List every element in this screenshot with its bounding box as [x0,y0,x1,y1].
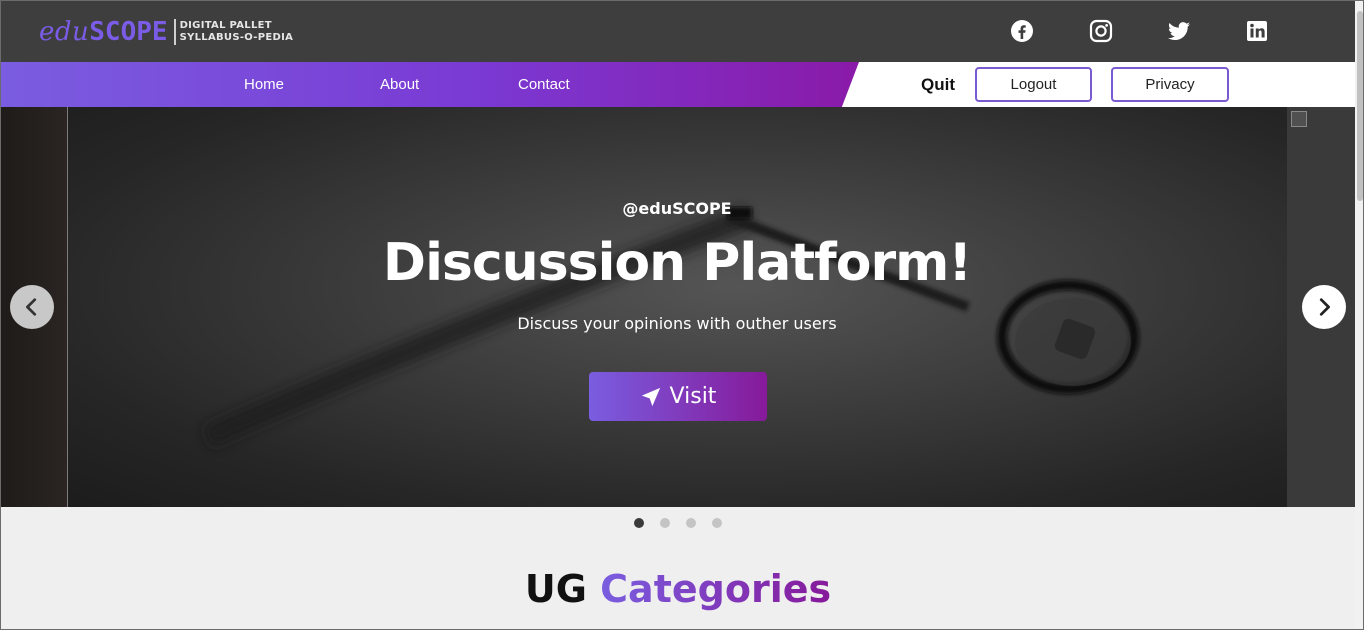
site-logo[interactable]: edu SCOPE DIGITAL PALLET SYLLABUS-O-PEDI… [39,17,293,47]
browser-viewport: edu SCOPE DIGITAL PALLET SYLLABUS-O-PEDI… [0,0,1364,630]
carousel-prev-button[interactable] [10,285,54,329]
visit-button-label: Visit [669,384,717,409]
slide-handle: @eduSCOPE [622,199,732,218]
top-header: edu SCOPE DIGITAL PALLET SYLLABUS-O-PEDI… [1,1,1355,62]
logo-tagline: DIGITAL PALLET SYLLABUS-O-PEDIA [180,20,294,44]
carousel-indicator-2[interactable] [660,518,670,528]
logo-scope-text: SCOPE [89,17,168,47]
logout-button[interactable]: Logout [975,67,1092,102]
instagram-icon[interactable] [1088,18,1114,44]
privacy-button[interactable]: Privacy [1111,67,1229,102]
navbar-gradient-panel [1,62,859,107]
nav-contact-link[interactable]: Contact [518,76,570,93]
location-arrow-icon [641,387,660,406]
slide-caption: @eduSCOPE Discussion Platform! Discuss y… [67,107,1287,507]
logo-divider [173,19,176,45]
visit-button[interactable]: Visit [589,372,767,421]
section-heading: UG Categories [1,567,1355,611]
logo-edu-text: edu [39,17,90,47]
page-scrollbar[interactable] [1355,1,1363,629]
quit-link[interactable]: Quit [921,75,955,95]
slide-subtitle: Discuss your opinions with outher users [517,314,837,333]
heading-categories: Categories [600,567,832,611]
carousel-next-button[interactable] [1302,285,1346,329]
carousel-indicators [634,518,722,528]
carousel-indicator-3[interactable] [686,518,696,528]
main-navbar: Home About Contact Quit Logout Privacy [1,62,1355,107]
carousel-indicator-1[interactable] [634,518,644,528]
hero-carousel: @eduSCOPE Discussion Platform! Discuss y… [1,107,1355,507]
twitter-icon[interactable] [1166,18,1192,44]
heading-ug: UG [524,567,587,611]
chevron-left-icon [26,298,37,316]
linkedin-icon[interactable] [1244,18,1270,44]
chevron-right-icon [1319,298,1330,316]
scrollbar-thumb[interactable] [1357,11,1363,201]
carousel-indicator-4[interactable] [712,518,722,528]
broken-image-icon [1291,111,1307,127]
slide-title: Discussion Platform! [382,233,972,293]
logo-tagline-line1: DIGITAL PALLET [179,20,272,31]
logo-tagline-line2: SYLLABUS-O-PEDIA [179,32,294,43]
facebook-icon[interactable] [1009,18,1035,44]
nav-home-link[interactable]: Home [244,76,284,93]
nav-about-link[interactable]: About [380,76,419,93]
